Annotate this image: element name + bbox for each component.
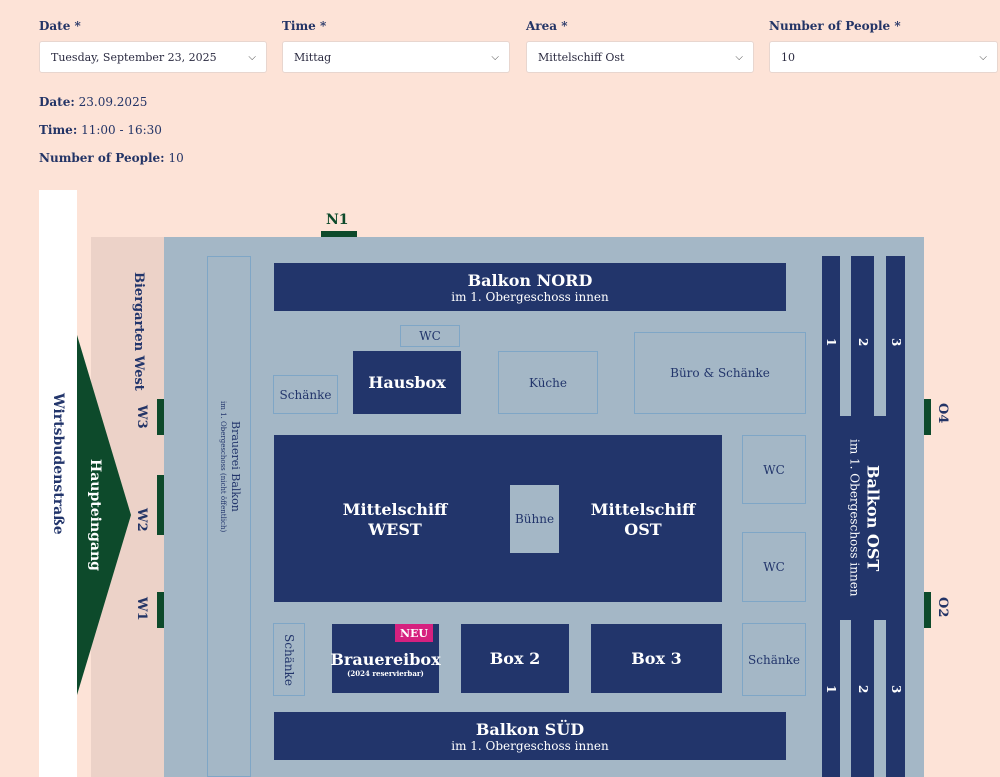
balkon-sued-title: Balkon SÜD — [475, 719, 585, 739]
balkon-ost[interactable]: Balkon OST im 1. Obergeschoss innen — [822, 416, 905, 620]
brauereibox-sub: (2024 reservierbar) — [347, 668, 424, 678]
wc-right-top-label: WC — [763, 462, 785, 477]
area-value: Mittelschiff Ost — [538, 51, 625, 64]
time-select[interactable]: Mittag ⌵ — [282, 41, 510, 73]
ost-col-2-bottom: 2 — [856, 685, 870, 694]
date-value: Tuesday, September 23, 2025 — [51, 51, 217, 64]
schaenke-top-left: Schänke — [273, 375, 338, 414]
summary-people: Number of People: 10 — [39, 151, 184, 165]
ost-col-1-bottom: 1 — [824, 685, 838, 694]
buero-schaenke-label: Büro & Schänke — [670, 366, 770, 380]
door-w2-label: W2 — [134, 508, 149, 532]
door-w1 — [157, 592, 164, 628]
balkon-sued[interactable]: Balkon SÜD im 1. Obergeschoss innen — [274, 712, 786, 760]
box-3[interactable]: Box 3 — [591, 624, 722, 693]
chevron-down-icon: ⌵ — [491, 52, 499, 63]
balkon-nord[interactable]: Balkon NORD im 1. Obergeschoss innen — [274, 263, 786, 311]
schaenke-bottom-right-label: Schänke — [748, 652, 800, 667]
ost-col-1-top: 1 — [824, 338, 838, 347]
schaenke-bottom-left: Schänke — [273, 623, 305, 696]
buehne: Bühne — [510, 485, 559, 553]
door-w1-label: W1 — [134, 597, 149, 621]
box-3-label: Box 3 — [631, 649, 682, 668]
entrance-label: Haupteingang — [87, 459, 103, 571]
schaenke-bottom-left-label: Schänke — [282, 633, 296, 686]
door-w2 — [157, 475, 164, 535]
brauerei-balkon-label: Brauerei Balkon im 1. Obergeschoss (nich… — [216, 401, 242, 532]
brauerei-balkon-title: Brauerei Balkon — [229, 421, 242, 512]
ost-col-3-top: 3 — [889, 338, 903, 347]
time-value: Mittag — [294, 51, 332, 64]
buero-schaenke: Büro & Schänke — [634, 332, 806, 414]
summary-people-value: 10 — [168, 151, 184, 165]
door-w3-label: W3 — [134, 405, 149, 429]
people-label: Number of People * — [769, 19, 901, 33]
chevron-down-icon: ⌵ — [979, 52, 987, 63]
brauereibox-label: Brauereibox — [330, 649, 441, 669]
wc-right-bottom: WC — [742, 532, 806, 602]
box-2[interactable]: Box 2 — [461, 624, 569, 693]
summary-date-label: Date: — [39, 95, 75, 109]
date-label: Date * — [39, 19, 81, 33]
new-badge: NEU — [395, 624, 433, 642]
summary-time: Time: 11:00 - 16:30 — [39, 123, 162, 137]
door-o2-label: O2 — [935, 597, 950, 618]
balkon-ost-title: Balkon OST — [863, 464, 883, 572]
door-o4 — [924, 399, 931, 435]
balkon-nord-title: Balkon NORD — [467, 270, 593, 290]
door-o2 — [924, 592, 931, 628]
ost-col-3-bottom: 3 — [889, 685, 903, 694]
entrance[interactable]: Haupteingang — [80, 445, 110, 585]
hausbox-label: Hausbox — [368, 373, 446, 392]
summary-date-value: 23.09.2025 — [78, 95, 148, 109]
ost-col-2-top: 2 — [856, 338, 870, 347]
hausbox[interactable]: Hausbox — [353, 351, 461, 414]
balkon-ost-sub: im 1. Obergeschoss innen — [847, 439, 862, 597]
floor-plan: Wirtsbudenstraße Biergarten West Hauptei… — [0, 190, 1000, 777]
mittelschiff-west[interactable]: Mittelschiff WEST — [342, 495, 448, 545]
street-strip: Wirtsbudenstraße — [39, 190, 77, 777]
brauerei-balkon-sub: im 1. Obergeschoss (nicht öffentlich) — [219, 400, 227, 533]
balkon-sued-sub: im 1. Obergeschoss innen — [451, 738, 609, 753]
wc-right-bottom-label: WC — [763, 560, 785, 574]
buehne-label: Bühne — [514, 512, 555, 526]
time-label: Time * — [282, 19, 327, 33]
summary-time-label: Time: — [39, 123, 78, 137]
kueche-label: Küche — [529, 375, 567, 390]
kueche: Küche — [498, 351, 598, 414]
wc-top-label: WC — [419, 329, 441, 343]
people-select[interactable]: 10 ⌵ — [769, 41, 998, 73]
summary-people-label: Number of People: — [39, 151, 165, 165]
door-n1-label: N1 — [326, 212, 349, 228]
schaenke-bottom-right: Schänke — [742, 623, 806, 696]
mittelschiff-ost[interactable]: Mittelschiff OST — [588, 495, 698, 545]
new-badge-label: NEU — [399, 626, 429, 640]
chevron-down-icon: ⌵ — [735, 52, 743, 63]
date-select[interactable]: Tuesday, September 23, 2025 ⌵ — [39, 41, 267, 73]
wc-right-top: WC — [742, 435, 806, 504]
chevron-down-icon: ⌵ — [248, 52, 256, 63]
door-w3 — [157, 399, 164, 435]
schaenke-top-left-label: Schänke — [279, 387, 332, 402]
balkon-ost-label: Balkon OST im 1. Obergeschoss innen — [846, 439, 883, 597]
mittelschiff-ost-label: Mittelschiff OST — [590, 500, 696, 539]
area-select[interactable]: Mittelschiff Ost ⌵ — [526, 41, 754, 73]
summary-date: Date: 23.09.2025 — [39, 95, 147, 109]
wc-top: WC — [400, 325, 460, 347]
door-o4-label: O4 — [935, 403, 950, 424]
balkon-nord-sub: im 1. Obergeschoss innen — [451, 289, 609, 304]
box-2-label: Box 2 — [489, 649, 541, 668]
mittelschiff-west-label: Mittelschiff WEST — [342, 500, 448, 539]
summary-time-value: 11:00 - 16:30 — [81, 123, 162, 137]
street-label: Wirtsbudenstraße — [50, 392, 66, 535]
people-value: 10 — [781, 51, 795, 64]
area-label: Area * — [526, 19, 568, 33]
brauerei-balkon: Brauerei Balkon im 1. Obergeschoss (nich… — [207, 256, 251, 777]
door-n1 — [321, 231, 357, 237]
